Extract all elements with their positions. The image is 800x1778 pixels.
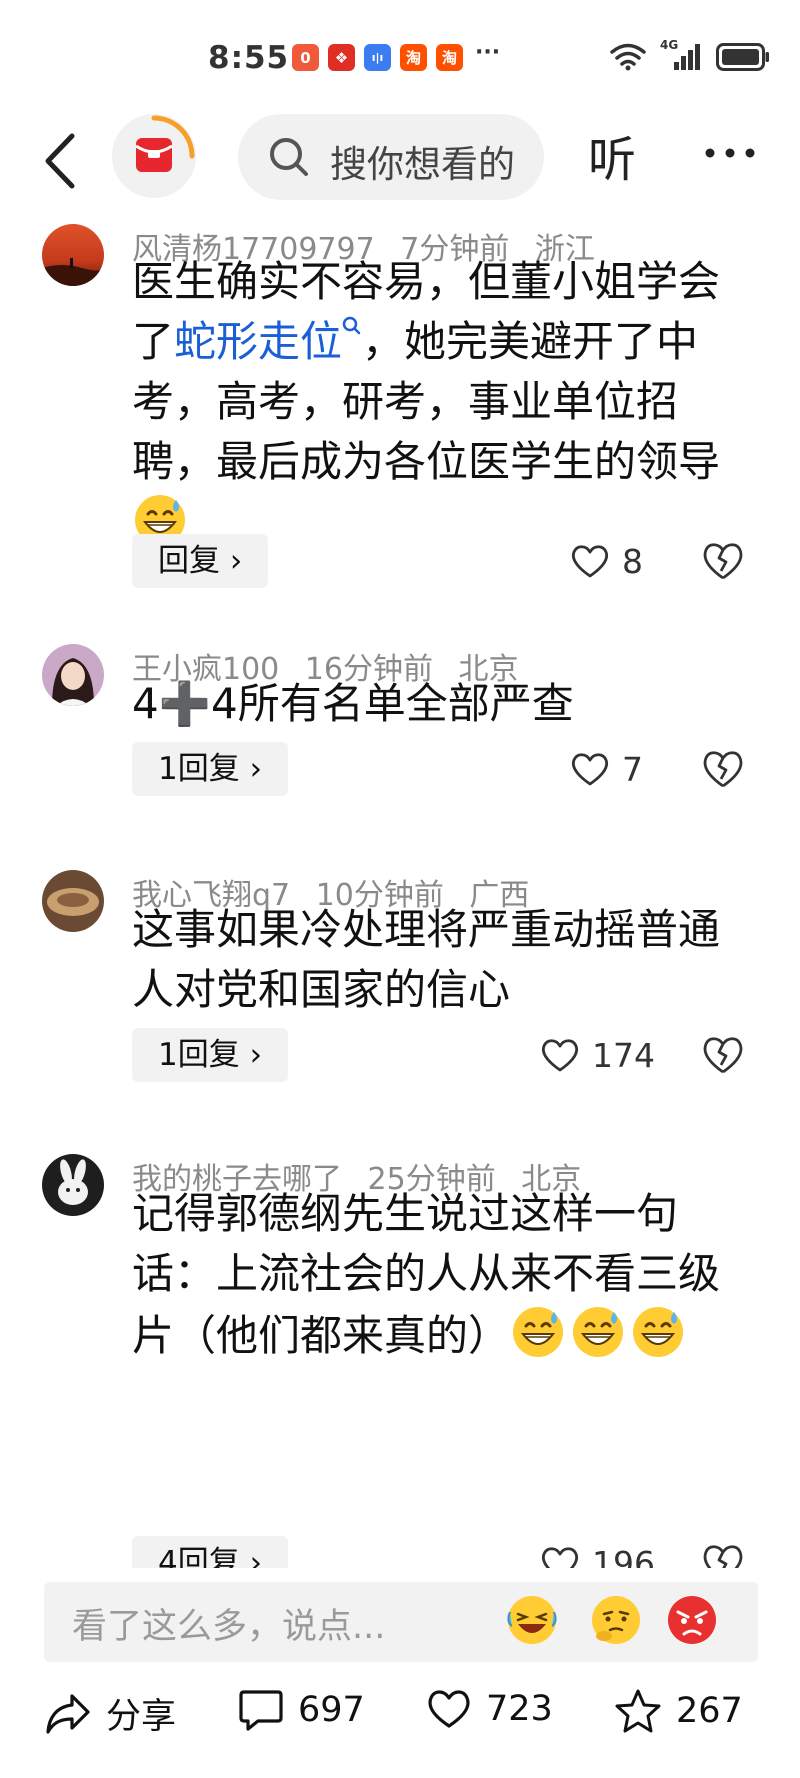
search-icon [270,138,308,176]
top-navigation: 搜你想看的 听 [0,108,800,208]
heart-icon [428,1690,470,1728]
reply-button[interactable]: 回复 › [132,534,269,588]
like-button[interactable]: 196 [540,1536,655,1568]
heart-icon [542,1039,578,1072]
broken-heart-icon[interactable] [700,1032,746,1078]
comment-bubble-icon [239,1690,283,1731]
search-placeholder: 搜你想看的 [330,143,515,186]
broken-heart-icon[interactable] [700,746,746,792]
notification-app-icon: 0 [292,44,319,71]
reply-button[interactable]: 1回复 › [132,742,288,796]
comment-item: 王小疯100 16分钟前 北京 4➕4所有名单全部严查 1回复 › 7 [0,634,800,834]
pinduoduo-icon: ❖ [328,44,355,71]
heart-icon [572,753,608,786]
keyword-text: 蛇形走位 [174,317,343,366]
heart-icon [542,1547,578,1568]
comment-input-bar[interactable]: 看了这么多，说点... [44,1582,758,1662]
comment-text: 4➕4所有名单全部严查 [132,674,752,734]
like-count: 8 [622,541,643,581]
more-options-button[interactable] [700,118,760,188]
comment-text-part: 4➕4所有名单全部严查 [132,679,574,728]
more-dots-icon [705,148,755,158]
battery-icon [716,43,769,71]
comment-item: 风清杨17709797 7分钟前 浙江 医生确实不容易，但董小姐学会了蛇形走位，… [0,214,800,624]
comment-text: 这事如果冷处理将严重动摇普通人对党和国家的信心 [132,900,752,1020]
share-button[interactable]: 分享 [44,1688,176,1739]
rabbit-avatar [42,1154,104,1216]
cellular-signal-icon: 4G [660,38,702,72]
grin-sweat-emoji [513,1307,564,1357]
channel-logo-button[interactable] [112,114,196,198]
user-avatar[interactable] [42,1154,104,1216]
favorites-count: 267 [676,1691,743,1731]
reply-button[interactable]: 4回复 › [132,1536,288,1568]
comment-item: 我心飞翔q7 10分钟前 广西 这事如果冷处理将严重动摇普通人对党和国家的信心 … [0,860,800,1110]
red-packet-icon [135,115,195,172]
like-button[interactable]: 7 [570,742,643,796]
laughing-crying-emoji[interactable] [504,1592,560,1648]
thinking-emoji[interactable] [588,1592,644,1648]
grin-sweat-emoji [633,1307,684,1357]
bottom-action-bar: 分享 697 723 267 [0,1678,800,1778]
comment-text: 记得郭德纲先生说过这样一句话：上流社会的人从来不看三级片（他们都来真的） [132,1184,752,1366]
back-button[interactable] [34,126,94,196]
status-bar: 8:55 0 ❖ ı|ı 淘 淘 ··· 4G [0,0,800,100]
comment-input-placeholder: 看了这么多，说点... [72,1607,386,1647]
wifi-icon [610,43,646,71]
broken-heart-icon[interactable] [700,1540,746,1568]
comment-text-part: 这事如果冷处理将严重动摇普通人对党和国家的信心 [132,905,721,1014]
voice-app-icon: ı|ı [364,44,391,71]
search-bar[interactable]: 搜你想看的 [238,114,544,200]
like-count: 174 [592,1035,655,1075]
likes-count: 723 [486,1689,553,1729]
share-icon [46,1693,90,1734]
brown-object-avatar [42,870,104,932]
like-count: 7 [622,749,643,789]
reply-button[interactable]: 1回复 › [132,1028,288,1082]
comment-item: 我的桃子去哪了 25分钟前 北京 记得郭德纲先生说过这样一句话：上流社会的人从来… [0,1144,800,1568]
taobao-icon: 淘 [436,44,463,71]
user-avatar[interactable] [42,870,104,932]
chevron-left-icon [45,133,75,189]
like-button[interactable]: 174 [540,1028,655,1082]
broken-heart-icon[interactable] [700,538,746,584]
woman-portrait-avatar [42,644,104,706]
comment-list: 风清杨17709797 7分钟前 浙江 医生确实不容易，但董小姐学会了蛇形走位，… [0,214,800,1568]
user-avatar[interactable] [42,224,104,286]
grin-sweat-emoji [573,1307,624,1357]
search-small-icon [342,316,361,335]
share-label: 分享 [106,1697,177,1737]
user-avatar[interactable] [42,644,104,706]
angry-emoji[interactable] [664,1592,720,1648]
comments-button[interactable]: 697 [238,1688,365,1732]
like-button[interactable]: 8 [570,534,643,588]
like-post-button[interactable]: 723 [426,1688,553,1730]
star-icon [615,1689,661,1733]
comments-count: 697 [298,1690,365,1730]
taobao-icon: 淘 [400,44,427,71]
search-keyword-link[interactable]: 蛇形走位 [174,316,362,366]
status-time: 8:55 [208,40,290,76]
system-status: 4G [610,38,770,72]
like-count: 196 [592,1543,655,1569]
sunset-landscape-avatar [42,224,104,286]
favorite-button[interactable]: 267 [614,1688,743,1734]
more-notifications-icon: ··· [475,40,501,65]
listen-button[interactable]: 听 [588,120,636,190]
heart-icon [572,545,608,578]
comment-text: 医生确实不容易，但董小姐学会了蛇形走位 ，她完美避开了中考，高考，研考，事业单位招… [132,252,752,554]
